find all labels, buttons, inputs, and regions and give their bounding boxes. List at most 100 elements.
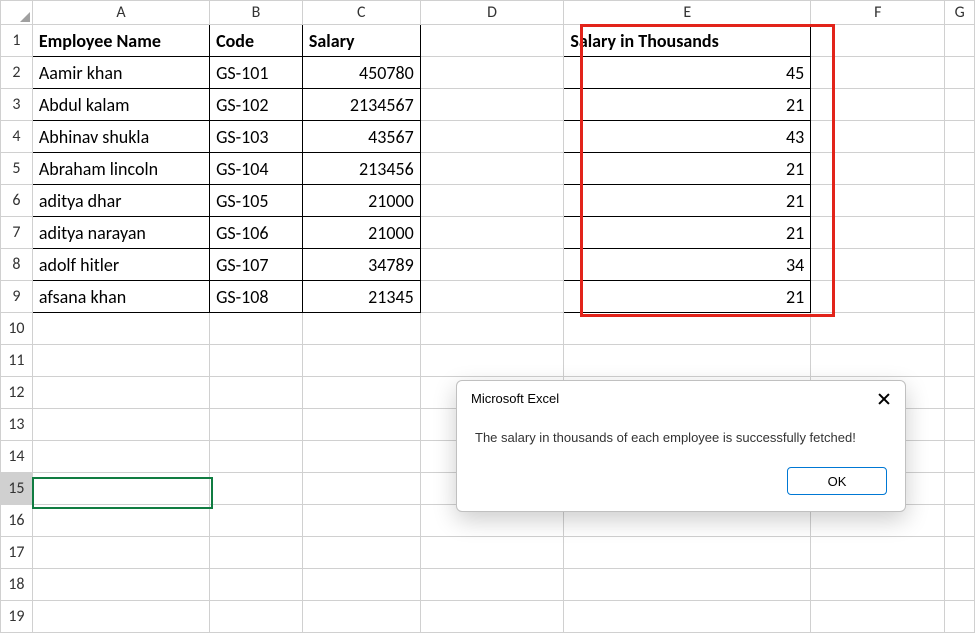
cell-D17[interactable] [420, 537, 564, 569]
cell-G15[interactable] [945, 473, 975, 505]
cell-A19[interactable] [32, 601, 209, 633]
cell-A1[interactable]: Employee Name [32, 25, 209, 57]
cell-G14[interactable] [945, 441, 975, 473]
cell-A7[interactable]: aditya narayan [32, 217, 209, 249]
cell-B14[interactable] [210, 441, 303, 473]
row-header-3[interactable]: 3 [1, 89, 33, 121]
cell-E9[interactable]: 21 [564, 281, 811, 313]
cell-C3[interactable]: 2134567 [302, 89, 420, 121]
cell-D9[interactable] [420, 281, 564, 313]
cell-F17[interactable] [811, 537, 945, 569]
cell-C10[interactable] [302, 313, 420, 345]
cell-A15[interactable] [32, 473, 209, 505]
cell-A16[interactable] [32, 505, 209, 537]
row-header-8[interactable]: 8 [1, 249, 33, 281]
cell-G2[interactable] [945, 57, 975, 89]
column-header-B[interactable]: B [210, 1, 303, 25]
cell-B16[interactable] [210, 505, 303, 537]
row-header-12[interactable]: 12 [1, 377, 33, 409]
cell-F8[interactable] [811, 249, 945, 281]
row-header-14[interactable]: 14 [1, 441, 33, 473]
column-header-E[interactable]: E [564, 1, 811, 25]
cell-B12[interactable] [210, 377, 303, 409]
cell-B6[interactable]: GS-105 [210, 185, 303, 217]
cell-B7[interactable]: GS-106 [210, 217, 303, 249]
close-icon[interactable] [877, 392, 891, 406]
cell-E5[interactable]: 21 [564, 153, 811, 185]
cell-C4[interactable]: 43567 [302, 121, 420, 153]
row-header-18[interactable]: 18 [1, 569, 33, 601]
row-header-6[interactable]: 6 [1, 185, 33, 217]
cell-A18[interactable] [32, 569, 209, 601]
cell-G5[interactable] [945, 153, 975, 185]
cell-D1[interactable] [420, 25, 564, 57]
cell-C12[interactable] [302, 377, 420, 409]
cell-E10[interactable] [564, 313, 811, 345]
column-header-C[interactable]: C [302, 1, 420, 25]
cell-B9[interactable]: GS-108 [210, 281, 303, 313]
cell-A2[interactable]: Aamir khan [32, 57, 209, 89]
cell-G7[interactable] [945, 217, 975, 249]
spreadsheet-grid[interactable]: A B C D E F G 1 Employee Name Code Salar… [0, 0, 975, 633]
cell-C14[interactable] [302, 441, 420, 473]
cell-D10[interactable] [420, 313, 564, 345]
cell-A4[interactable]: Abhinav shukla [32, 121, 209, 153]
cell-E8[interactable]: 34 [564, 249, 811, 281]
cell-D6[interactable] [420, 185, 564, 217]
column-header-G[interactable]: G [945, 1, 975, 25]
cell-C13[interactable] [302, 409, 420, 441]
cell-D7[interactable] [420, 217, 564, 249]
cell-G9[interactable] [945, 281, 975, 313]
cell-F10[interactable] [811, 313, 945, 345]
cell-G19[interactable] [945, 601, 975, 633]
cell-F19[interactable] [811, 601, 945, 633]
cell-C1[interactable]: Salary [302, 25, 420, 57]
cell-G1[interactable] [945, 25, 975, 57]
cell-D8[interactable] [420, 249, 564, 281]
row-header-9[interactable]: 9 [1, 281, 33, 313]
row-header-5[interactable]: 5 [1, 153, 33, 185]
cell-B8[interactable]: GS-107 [210, 249, 303, 281]
cell-C2[interactable]: 450780 [302, 57, 420, 89]
cell-E3[interactable]: 21 [564, 89, 811, 121]
cell-E7[interactable]: 21 [564, 217, 811, 249]
cell-G12[interactable] [945, 377, 975, 409]
cell-D18[interactable] [420, 569, 564, 601]
cell-G17[interactable] [945, 537, 975, 569]
cell-B17[interactable] [210, 537, 303, 569]
cell-A10[interactable] [32, 313, 209, 345]
cell-G6[interactable] [945, 185, 975, 217]
cell-F6[interactable] [811, 185, 945, 217]
cell-G8[interactable] [945, 249, 975, 281]
cell-G3[interactable] [945, 89, 975, 121]
cell-A14[interactable] [32, 441, 209, 473]
cell-E2[interactable]: 45 [564, 57, 811, 89]
cell-B1[interactable]: Code [210, 25, 303, 57]
cell-E19[interactable] [564, 601, 811, 633]
row-header-4[interactable]: 4 [1, 121, 33, 153]
column-header-A[interactable]: A [32, 1, 209, 25]
cell-G18[interactable] [945, 569, 975, 601]
cell-D19[interactable] [420, 601, 564, 633]
cell-B5[interactable]: GS-104 [210, 153, 303, 185]
cell-F11[interactable] [811, 345, 945, 377]
cell-C7[interactable]: 21000 [302, 217, 420, 249]
cell-G16[interactable] [945, 505, 975, 537]
row-header-7[interactable]: 7 [1, 217, 33, 249]
row-header-10[interactable]: 10 [1, 313, 33, 345]
cell-C6[interactable]: 21000 [302, 185, 420, 217]
cell-G11[interactable] [945, 345, 975, 377]
cell-C15[interactable] [302, 473, 420, 505]
cell-B15[interactable] [210, 473, 303, 505]
cell-C11[interactable] [302, 345, 420, 377]
cell-E1[interactable]: Salary in Thousands [564, 25, 811, 57]
cell-C19[interactable] [302, 601, 420, 633]
cell-F4[interactable] [811, 121, 945, 153]
cell-A17[interactable] [32, 537, 209, 569]
cell-D3[interactable] [420, 89, 564, 121]
cell-E4[interactable]: 43 [564, 121, 811, 153]
cell-F18[interactable] [811, 569, 945, 601]
cell-E18[interactable] [564, 569, 811, 601]
cell-G10[interactable] [945, 313, 975, 345]
cell-D2[interactable] [420, 57, 564, 89]
